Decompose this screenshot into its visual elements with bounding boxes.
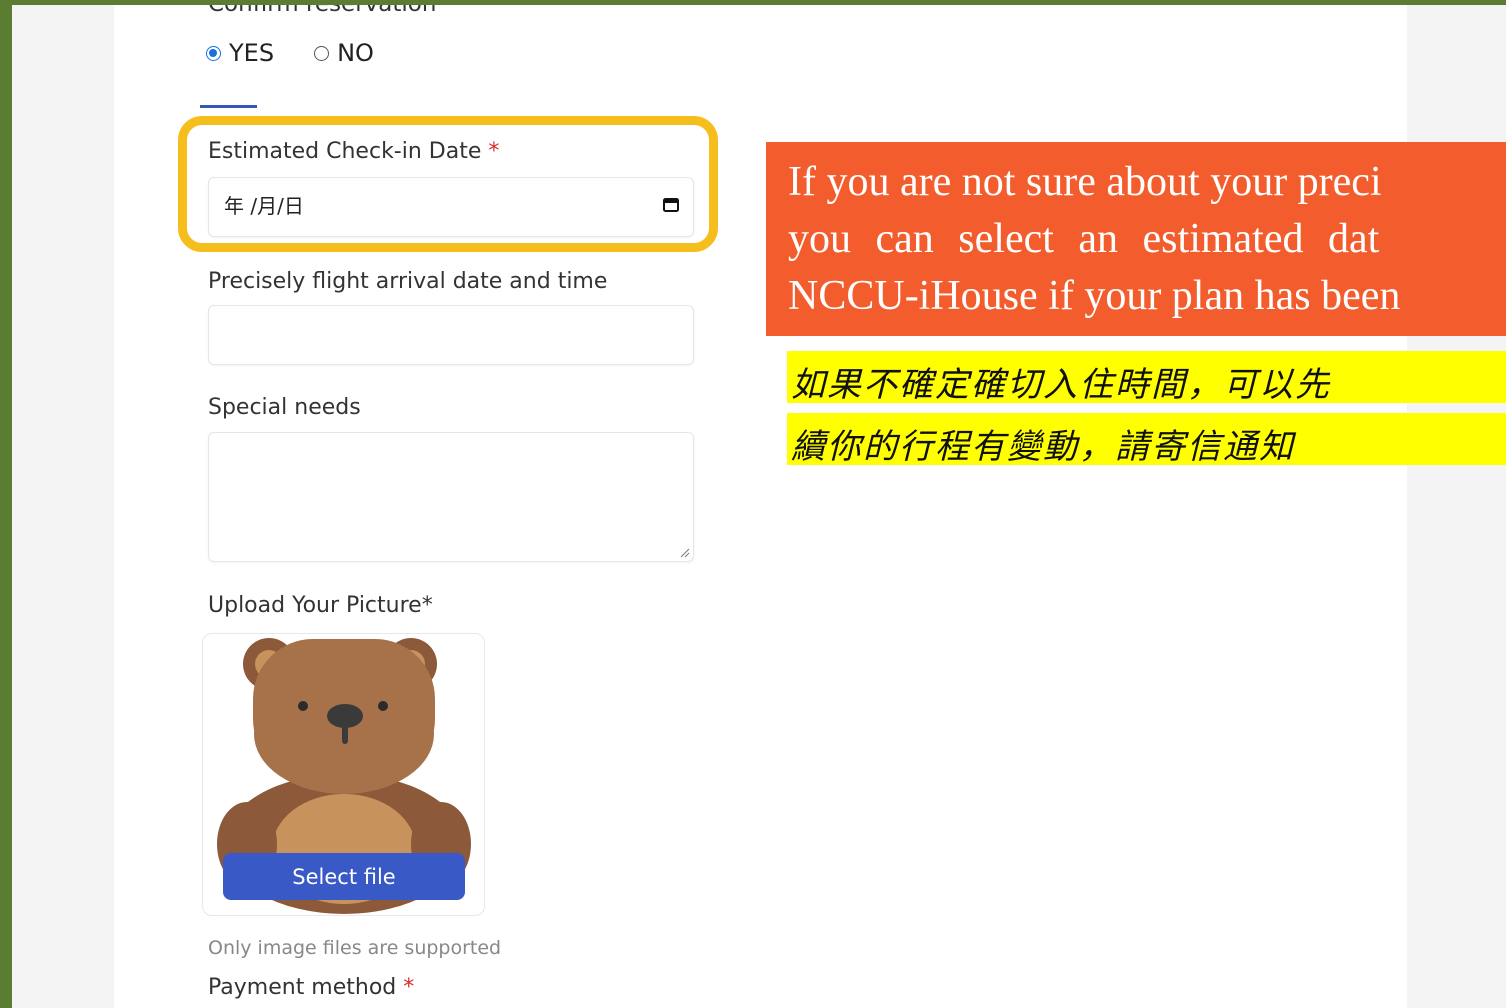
upload-picture-label-text: Upload Your Picture [208,593,422,618]
radio-no-label: NO [337,39,374,67]
radio-no[interactable]: NO [314,39,374,67]
confirm-radio-group: YES NO [206,39,414,67]
page-background: Confirm reservation YES NO Estimated Che… [12,5,1506,1008]
checkin-date-label: Estimated Check-in Date * [208,139,499,164]
special-needs-label: Special needs [208,395,361,420]
checkin-date-value: 年 /月/日 [224,194,304,218]
note-zh-line-2: 續你的行程有變動，請寄信通知 [791,427,1295,465]
note-en-line-1: If you are not sure about your preci [788,159,1382,205]
upload-picture-label: Upload Your Picture* [208,593,433,618]
special-needs-textarea[interactable] [208,432,694,562]
confirm-reservation-label: Confirm reservation [208,5,436,17]
checkin-date-input[interactable]: 年 /月/日 [208,177,694,237]
note-en-line-3: NCCU-iHouse if your plan has been [788,273,1401,319]
chinese-note-line-1: 如果不確定確切入住時間，可以先 [787,351,1506,403]
note-en-line-2: you can select an estimated dat [788,216,1380,262]
payment-method-label: Payment method * [208,975,414,1000]
flight-arrival-label: Precisely flight arrival date and time [208,269,608,294]
radio-no-indicator[interactable] [314,45,330,61]
flight-arrival-input[interactable] [208,305,694,365]
calendar-icon[interactable] [663,197,679,212]
chinese-note-line-2: 續你的行程有變動，請寄信通知 [787,413,1506,465]
required-asterisk: * [488,139,500,164]
section-divider [200,105,257,108]
picture-uploader[interactable]: Select file [202,633,485,916]
english-instruction-note: If you are not sure about your preci you… [766,142,1506,336]
upload-hint-text: Only image files are supported [208,937,502,959]
payment-method-label-text: Payment method [208,975,397,1000]
checkin-date-label-text: Estimated Check-in Date [208,139,482,164]
note-zh-line-1: 如果不確定確切入住時間，可以先 [791,365,1331,403]
radio-yes-indicator[interactable] [206,45,221,61]
select-file-button[interactable]: Select file [223,853,465,900]
radio-yes-label: YES [229,39,275,67]
upload-required-asterisk: * [421,593,433,618]
payment-required-asterisk: * [403,975,415,1000]
radio-yes[interactable]: YES [206,39,274,67]
resize-handle-icon[interactable] [680,548,690,558]
